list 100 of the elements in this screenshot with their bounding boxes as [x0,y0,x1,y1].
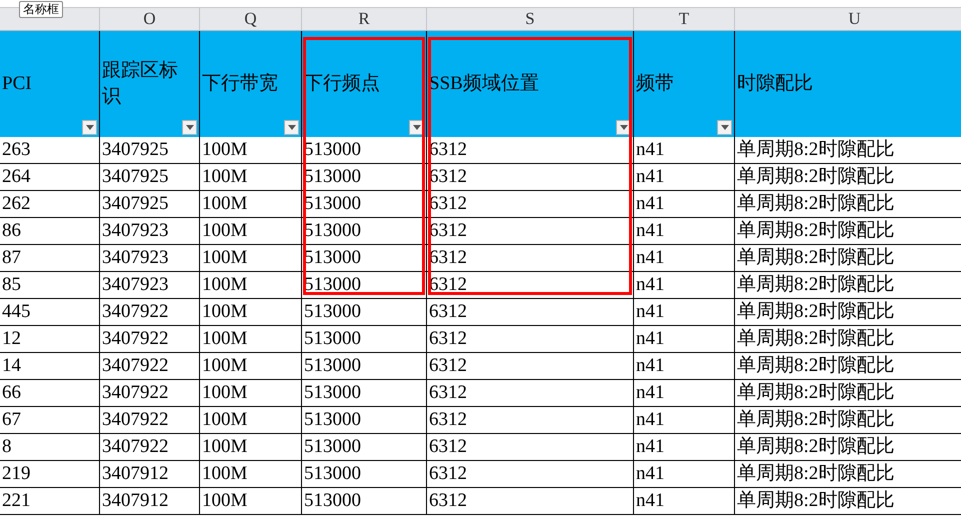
dropdown-icon [288,125,296,130]
table-cell: 单周期8:2时隙配比 [735,218,961,245]
table-cell: 85 [0,272,100,299]
table-cell: 221 [0,488,100,515]
header-cell-text: PCI [2,72,33,96]
table-cell: 100M [200,407,302,434]
table-cell: 219 [0,461,100,488]
table-cell: 6312 [427,353,634,380]
table-cell: 6312 [427,461,634,488]
table-cell: 3407923 [100,218,200,245]
table-cell: n41 [634,272,735,299]
table-cell: 513000 [302,191,427,218]
table-cell: 14 [0,353,100,380]
table-cell: 67 [0,407,100,434]
column-letter[interactable]: R [302,8,427,31]
table-cell: 3407925 [100,191,200,218]
table-cell: n41 [634,461,735,488]
table-cell: 单周期8:2时隙配比 [735,137,961,164]
table-cell: n41 [634,488,735,515]
table-cell: 单周期8:2时隙配比 [735,434,961,461]
table-cell: 单周期8:2时隙配比 [735,407,961,434]
table-cell: 单周期8:2时隙配比 [735,488,961,515]
column-letter[interactable]: T [634,8,735,31]
column-letter[interactable]: S [427,8,634,31]
name-box-tooltip: 名称框 [19,1,63,18]
table-cell: 513000 [302,488,427,515]
filter-button[interactable] [284,120,299,135]
table-cell: 单周期8:2时隙配比 [735,461,961,488]
table-cell: n41 [634,407,735,434]
dropdown-icon [86,125,94,130]
table-cell: 6312 [427,407,634,434]
filter-button[interactable] [82,120,97,135]
table-cell: n41 [634,380,735,407]
table-cell: 513000 [302,461,427,488]
dropdown-icon [186,125,194,130]
table-cell: 263 [0,137,100,164]
table-cell: 6312 [427,299,634,326]
table-cell: 264 [0,164,100,191]
table-cell: 3407925 [100,137,200,164]
table-cell: 3407912 [100,461,200,488]
table-cell: 12 [0,326,100,353]
table-cell: 100M [200,164,302,191]
table-cell: n41 [634,245,735,272]
table-cell: 86 [0,218,100,245]
table-cell: 3407923 [100,272,200,299]
table-cell: 513000 [302,326,427,353]
filter-button[interactable] [717,120,732,135]
table-cell: 单周期8:2时隙配比 [735,380,961,407]
table-cell: 3407923 [100,245,200,272]
table-cell: 6312 [427,488,634,515]
table-cell: 100M [200,272,302,299]
table-cell: n41 [634,353,735,380]
table-cell: 3407922 [100,380,200,407]
table-cell: 3407922 [100,299,200,326]
table-cell: 单周期8:2时隙配比 [735,272,961,299]
table-cell: 6312 [427,434,634,461]
table-cell: 单周期8:2时隙配比 [735,164,961,191]
table-cell: n41 [634,218,735,245]
table-cell: n41 [634,434,735,461]
table-cell: 100M [200,299,302,326]
table-cell: 100M [200,245,302,272]
table-cell: n41 [634,326,735,353]
table-cell: 6312 [427,326,634,353]
dropdown-icon [720,125,728,130]
table-cell: n41 [634,299,735,326]
table-cell: 513000 [302,137,427,164]
table-cell: 单周期8:2时隙配比 [735,299,961,326]
column-letter[interactable]: O [100,8,200,31]
table-cell: 513000 [302,407,427,434]
header-cell-text: 下行频点 [304,72,381,96]
table-cell: n41 [634,191,735,218]
table-cell: 513000 [302,164,427,191]
dropdown-icon [412,125,420,130]
table-cell: 445 [0,299,100,326]
table-cell: 100M [200,434,302,461]
table-cell: 单周期8:2时隙配比 [735,326,961,353]
column-letter[interactable]: Q [200,8,302,31]
table-cell: 3407922 [100,407,200,434]
table-cell: 100M [200,326,302,353]
table-cell: 单周期8:2时隙配比 [735,353,961,380]
table-cell: 513000 [302,353,427,380]
filter-button[interactable] [182,120,197,135]
table-cell: 3407922 [100,353,200,380]
table-cell: 3407922 [100,326,200,353]
table-cell: 100M [200,353,302,380]
table-cell: 513000 [302,299,427,326]
table-cell: n41 [634,164,735,191]
table-cell: 262 [0,191,100,218]
dropdown-icon [620,125,628,130]
table-cell: 单周期8:2时隙配比 [735,191,961,218]
table-cell: 8 [0,434,100,461]
header-cell-text: 跟踪区标识 [102,59,179,109]
table-cell: 513000 [302,434,427,461]
table-cell: 100M [200,461,302,488]
table-cell: 100M [200,191,302,218]
table-cell: 513000 [302,245,427,272]
table-cell: 3407925 [100,164,200,191]
column-letter[interactable]: U [735,8,961,31]
table-cell: 100M [200,488,302,515]
table-cell: 100M [200,218,302,245]
